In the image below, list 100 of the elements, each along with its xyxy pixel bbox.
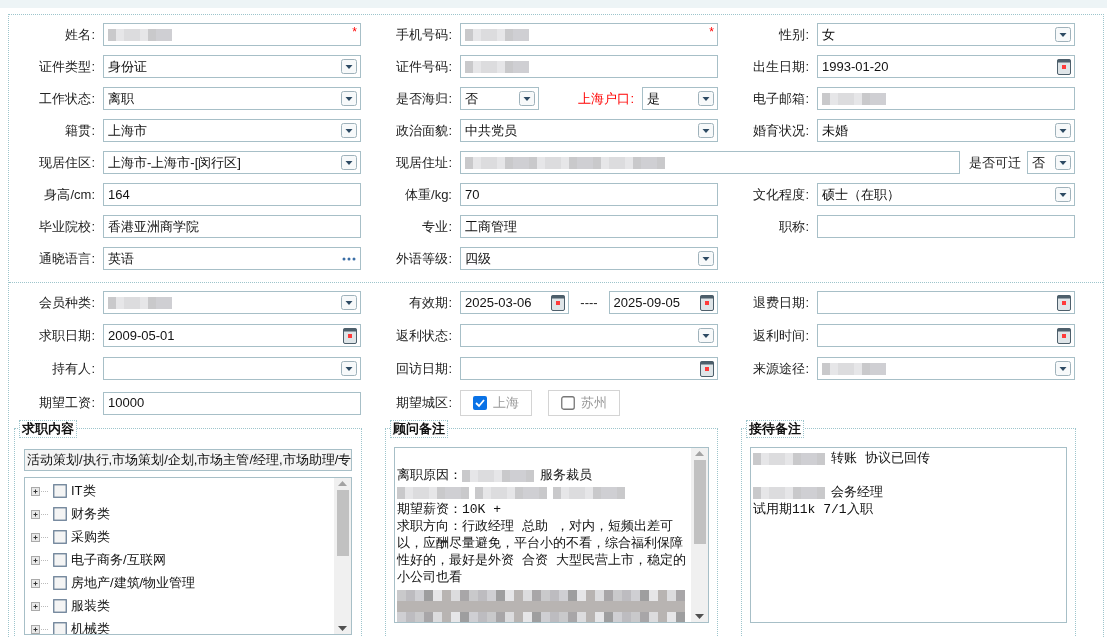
scroll-up-icon[interactable] — [695, 451, 704, 456]
dropdown-field[interactable]: 女 — [817, 23, 1075, 46]
field-label: 回访日期: — [396, 359, 452, 378]
field-label: 出生日期: — [753, 57, 809, 76]
scroll-up-icon[interactable] — [338, 481, 347, 486]
expand-icon[interactable] — [31, 578, 49, 588]
calendar-icon — [551, 294, 566, 311]
text-field[interactable]: 70 — [460, 183, 718, 206]
checkbox-icon — [561, 396, 575, 410]
field-value: 女 — [822, 25, 835, 44]
dropdown-field[interactable]: 否 — [460, 87, 539, 110]
tree-item[interactable]: 财务类 — [31, 505, 334, 523]
tree-item[interactable]: 电子商务/互联网 — [31, 551, 334, 569]
field-label: 专业: — [422, 217, 452, 236]
tree-item-label: 房地产/建筑/物业管理 — [71, 574, 196, 593]
tree-item[interactable]: 房地产/建筑/物业管理 — [31, 574, 334, 592]
expand-icon[interactable] — [31, 486, 49, 496]
date-field[interactable]: 2025-09-05 — [608, 291, 718, 314]
note-text: 离职原因： — [397, 468, 462, 483]
blurred-text — [753, 486, 825, 499]
checkbox-icon[interactable] — [53, 484, 67, 498]
dropdown-field[interactable]: 上海市 — [103, 119, 361, 142]
text-field[interactable]: 10000 — [103, 391, 361, 415]
dropdown-field[interactable] — [460, 324, 718, 347]
expand-icon[interactable] — [31, 555, 49, 565]
field-label: 退费日期: — [753, 293, 809, 312]
expand-icon[interactable] — [31, 624, 49, 634]
field-label: 上海户口: — [578, 89, 634, 108]
calendar-icon — [1057, 294, 1071, 311]
required-mark: * — [352, 24, 357, 41]
field-label: 婚育状况: — [753, 121, 809, 140]
date-field[interactable]: 2025-03-06 — [460, 291, 570, 314]
dropdown-field[interactable]: 身份证 — [103, 55, 361, 78]
tree-item-label: 服装类 — [71, 597, 110, 616]
expand-icon[interactable] — [31, 601, 49, 611]
dropdown-field[interactable]: 中共党员 — [460, 119, 718, 142]
note-text: 求职方向：行政经理 总助 ，对内，短频出差可以，应酬尽量避免，平台小的不看，综合福利保障性好的，最好是外资 合资 大型民营上市，稳定的小公司也看 — [397, 519, 686, 586]
range-separator: ---- — [579, 293, 599, 312]
scroll-down-icon[interactable] — [338, 626, 347, 631]
blurred-text — [397, 486, 469, 499]
dropdown-field[interactable] — [103, 357, 361, 380]
checkbox-icon[interactable] — [53, 553, 67, 567]
dropdown-field[interactable]: 否 — [1027, 151, 1075, 174]
scrollbar[interactable] — [334, 478, 351, 634]
field-value: 否 — [465, 89, 478, 108]
text-field[interactable] — [460, 55, 718, 78]
tree-item-label: 财务类 — [71, 505, 110, 524]
tree-item[interactable]: IT类 — [31, 482, 334, 500]
dropdown-field[interactable] — [103, 291, 361, 314]
scroll-down-icon[interactable] — [695, 614, 704, 619]
text-field[interactable]: 164 — [103, 183, 361, 206]
text-field[interactable] — [817, 87, 1075, 110]
field-label: 职称: — [779, 217, 809, 236]
note-text: 会务经理 — [831, 485, 883, 501]
tree-item[interactable]: 服装类 — [31, 597, 334, 615]
date-field[interactable] — [817, 291, 1075, 314]
notes-textarea[interactable]: 离职原因： 服务裁员 期望薪资：10K + 求职方向：行政经理 总助 ，对内，短频出差可以，应酬尽量避免，平台小的不看，综合福利保障性好的，最好是外资 合资 大型民营上市，稳定的小公司也看 — [394, 447, 709, 623]
dropdown-field[interactable]: 硕士（在职） — [817, 183, 1075, 206]
dropdown-field[interactable]: 四级 — [460, 247, 718, 270]
expand-icon[interactable] — [31, 509, 49, 519]
checkbox-icon[interactable] — [53, 599, 67, 613]
text-field[interactable]: 香港亚洲商学院 — [103, 215, 361, 238]
checkbox-icon[interactable] — [53, 530, 67, 544]
dropdown-field[interactable]: 未婚 — [817, 119, 1075, 142]
checkbox-icon[interactable] — [53, 622, 67, 634]
selection-field[interactable]: 活动策划/执行,市场策划/企划,市场主管/经理,市场助理/专 — [24, 449, 352, 471]
dropdown-field[interactable] — [817, 357, 1075, 380]
scrollbar[interactable] — [691, 448, 708, 622]
blurred-text — [753, 452, 825, 465]
date-field[interactable]: 1993-01-20 — [817, 55, 1075, 78]
field-label: 现居住址: — [396, 153, 452, 172]
tree-item[interactable]: 采购类 — [31, 528, 334, 546]
field-label: 政治面貌: — [396, 121, 452, 140]
date-field[interactable] — [460, 357, 718, 380]
field-label: 工作状态: — [39, 89, 95, 108]
dropdown-field[interactable]: 是 — [642, 87, 718, 110]
note-text: 服务裁员 — [540, 468, 592, 483]
tree-item-label: 采购类 — [71, 528, 110, 547]
section-title: 接待备注 — [746, 420, 804, 438]
date-field[interactable] — [817, 324, 1075, 347]
text-field[interactable] — [817, 215, 1075, 238]
text-field[interactable]: * — [103, 23, 361, 46]
date-field[interactable]: 2009-05-01 — [103, 324, 361, 347]
field-value: 上海市-上海市-[闵行区] — [108, 153, 241, 172]
field-value: 164 — [108, 185, 130, 204]
dropdown-field[interactable]: 离职 — [103, 87, 361, 110]
dropdown-field[interactable]: 上海市-上海市-[闵行区] — [103, 151, 361, 174]
text-field[interactable]: 工商管理 — [460, 215, 718, 238]
field-label: 证件类型: — [39, 57, 95, 76]
notes-textarea[interactable]: 转账 协议已回传 会务经理 试用期11k 7/1入职 — [750, 447, 1067, 623]
field-value: 2025-03-06 — [465, 293, 532, 312]
checkbox-icon[interactable] — [53, 576, 67, 590]
text-field[interactable] — [460, 151, 960, 174]
field-label: 返利状态: — [396, 326, 452, 345]
field-value: 硕士（在职） — [822, 185, 900, 204]
expand-icon[interactable] — [31, 532, 49, 542]
field-label: 证件号码: — [396, 57, 452, 76]
checkbox-icon[interactable] — [53, 507, 67, 521]
lookup-field[interactable]: 英语 — [103, 247, 361, 270]
text-field[interactable]: * — [460, 23, 718, 46]
